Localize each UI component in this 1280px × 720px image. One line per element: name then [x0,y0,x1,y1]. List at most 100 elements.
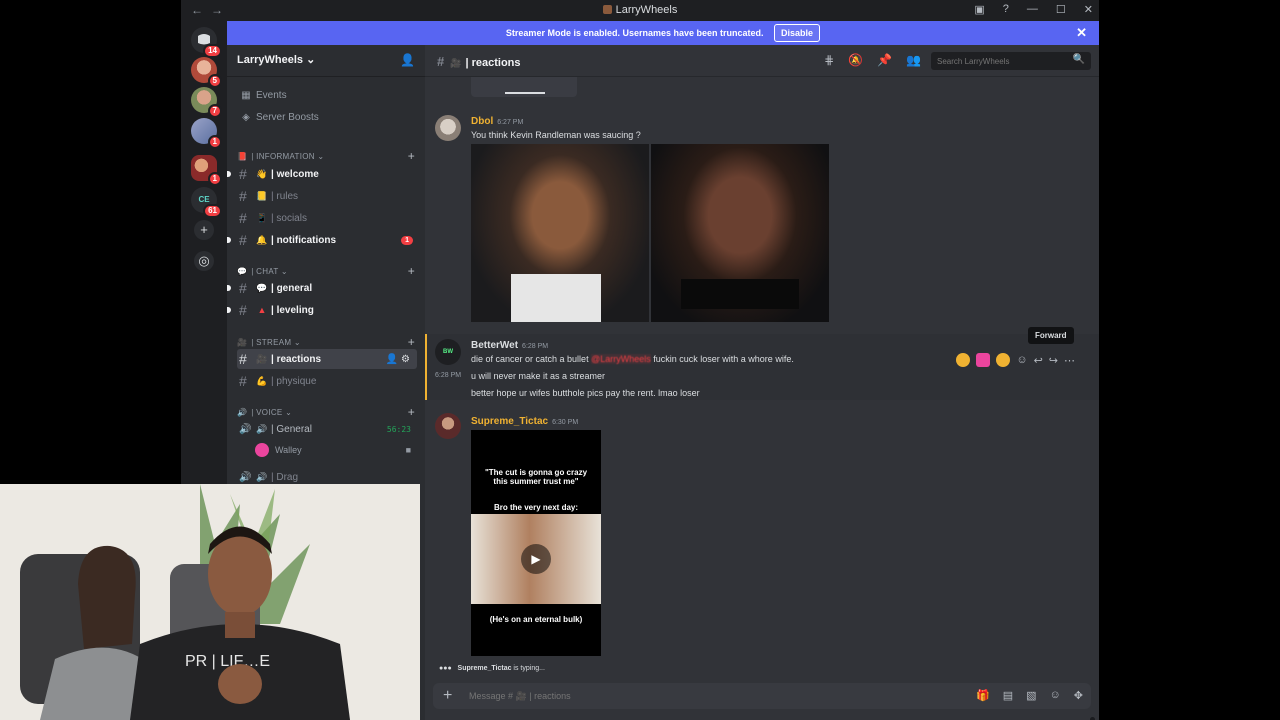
mute-bell-icon[interactable]: 🔕 [848,53,863,67]
server-icon[interactable]: CE 61 [191,187,222,218]
camera-icon: 🎥 [450,58,462,68]
grin-emoji-icon[interactable] [996,353,1011,367]
minimize-icon[interactable]: — [1027,3,1038,16]
shirt-text: PR | LIF…E [185,653,270,670]
category-information[interactable]: 📕 | INFORMATION ⌄ + [237,149,415,163]
hundred-emoji-icon[interactable] [976,353,991,367]
channel-leveling[interactable]: # ▲ | leveling [227,300,417,320]
close-window-icon[interactable]: ✕ [1084,3,1093,16]
category-voice[interactable]: 🔊 | VOICE ⌄ + [237,405,415,419]
search-input[interactable] [931,52,1091,70]
user-mention[interactable]: @LarryWheels [591,354,651,364]
channel-welcome[interactable]: # 👋 | welcome [227,164,417,184]
message-text: better hope ur wifes butthole pics pay t… [471,388,700,398]
video-attachment[interactable]: "The cut is gonna go crazy this summer t… [471,430,601,656]
direct-messages-icon[interactable]: 14 [191,27,222,58]
message-author[interactable]: Dbol [471,116,493,127]
typing-dots-icon: ●●● [439,665,452,672]
server-icon-larrywheels[interactable]: 1 [191,155,222,186]
invite-people-icon[interactable]: 👤 [400,53,415,67]
add-reaction-icon[interactable]: ☺ [1016,354,1027,366]
laugh-emoji-icon[interactable] [956,353,971,367]
server-icon[interactable]: 5 [191,57,222,88]
speech-icon: 💬 [256,282,268,293]
window-title: LarryWheels [181,4,1099,16]
note-icon: 📕 [237,151,248,161]
upload-plus-icon[interactable]: + [443,687,452,705]
message-text: die of cancer or catch a bullet @LarryWh… [471,354,794,364]
channel-general[interactable]: # 💬 | general [227,278,417,298]
meme-caption: Bro the very next day: [493,503,579,512]
message-text: u will never make it as a streamer [471,371,606,381]
flex-icon: 💪 [256,375,268,386]
voice-user-walley[interactable]: Walley ■ [255,443,417,457]
avatar[interactable] [435,413,461,439]
message-author[interactable]: Supreme_Tictac [471,416,548,427]
avatar[interactable] [435,115,461,141]
guild-name[interactable]: LarryWheels ⌄ [237,54,315,66]
threads-icon[interactable]: ⋕ [824,53,834,67]
mention-badge: 1 [401,235,413,245]
attachment-preview[interactable] [471,77,577,97]
title-bar: ←→ LarryWheels ▣ ? — ☐ ✕ [181,0,1099,21]
reply-icon[interactable]: ↩ [1034,354,1043,367]
image-attachment[interactable] [471,144,649,322]
avatar[interactable]: BW [435,339,461,365]
disable-streamer-mode-button[interactable]: Disable [774,24,821,42]
calendar-icon: ▦ [241,89,251,101]
forward-icon[interactable]: ↪ [1049,354,1058,367]
server-logo-icon [602,5,612,14]
socials-icon: 📱 [256,212,268,223]
camera-icon: 🎥 [256,353,268,364]
emoji-icon[interactable]: ☺ [1050,689,1061,702]
voice-channel-general[interactable]: 🔊 🔊 | General 56:23 [237,419,417,439]
events-link[interactable]: ▦ Events [235,85,417,105]
create-channel-icon[interactable]: + [408,335,415,349]
speaker-icon: 🔊 [256,471,268,482]
more-icon[interactable]: ⋯ [1064,354,1075,367]
sticker-icon[interactable]: ▧ [1026,689,1036,702]
streamer-mode-banner: Streamer Mode is enabled. Usernames have… [227,21,1099,45]
camera-icon: 🎥 [237,337,248,347]
gif-icon[interactable]: ▤ [1003,689,1013,702]
add-server-icon[interactable]: + [194,220,214,240]
video-icon: ■ [405,445,411,455]
channel-settings-icons[interactable]: 👤⚙ [386,354,413,365]
message-input[interactable] [469,687,929,705]
pin-icon[interactable]: 📌 [877,53,892,67]
image-attachment[interactable] [651,144,829,322]
speaker-icon: 🔊 [237,407,248,417]
message-author[interactable]: BetterWet [471,340,518,351]
create-channel-icon[interactable]: + [408,405,415,419]
bell-icon: 🔔 [256,234,268,245]
message-list: Dbol 6:27 PM You think Kevin Randleman wa… [425,77,1099,720]
gift-icon[interactable]: 🎁 [976,689,990,702]
category-stream[interactable]: 🎥 | STREAM ⌄ + [237,335,415,349]
apps-icon[interactable]: ✥ [1074,689,1083,702]
category-chat[interactable]: 💬 | CHAT ⌄ + [237,264,415,278]
speech-icon: 💬 [237,266,248,276]
close-icon[interactable]: ✕ [1076,21,1087,45]
channel-socials[interactable]: # 📱 | socials [237,208,417,228]
create-channel-icon[interactable]: + [408,149,415,163]
member-list-icon[interactable]: 👥 [906,53,921,67]
webcam-video: PR | LIF…E [0,484,420,720]
discover-icon[interactable]: ◎ [194,251,214,271]
channel-reactions[interactable]: # 🎥 | reactions 👤⚙ [237,349,417,369]
server-icon[interactable]: 1 [191,118,222,149]
message-timestamp: 6:28 PM [522,343,549,350]
video-thumbnail[interactable]: ▶ [471,514,601,604]
create-channel-icon[interactable]: + [408,264,415,278]
channel-physique[interactable]: # 💪 | physique [237,371,417,391]
channel-rules[interactable]: # 📒 | rules [237,186,417,206]
play-icon[interactable]: ▶ [521,544,551,574]
voice-timer: 56:23 [386,424,411,434]
channel-notifications[interactable]: # 🔔 | notifications 1 [227,230,417,250]
server-icon[interactable]: 7 [191,87,222,118]
server-boosts-link[interactable]: ◈ Server Boosts [235,107,417,127]
inbox-icon[interactable]: ▣ [974,3,984,16]
help-icon[interactable]: ? [1003,3,1009,16]
avatar [255,443,269,457]
guild-header[interactable]: LarryWheels ⌄ 👤 [227,45,425,77]
maximize-icon[interactable]: ☐ [1056,3,1066,16]
